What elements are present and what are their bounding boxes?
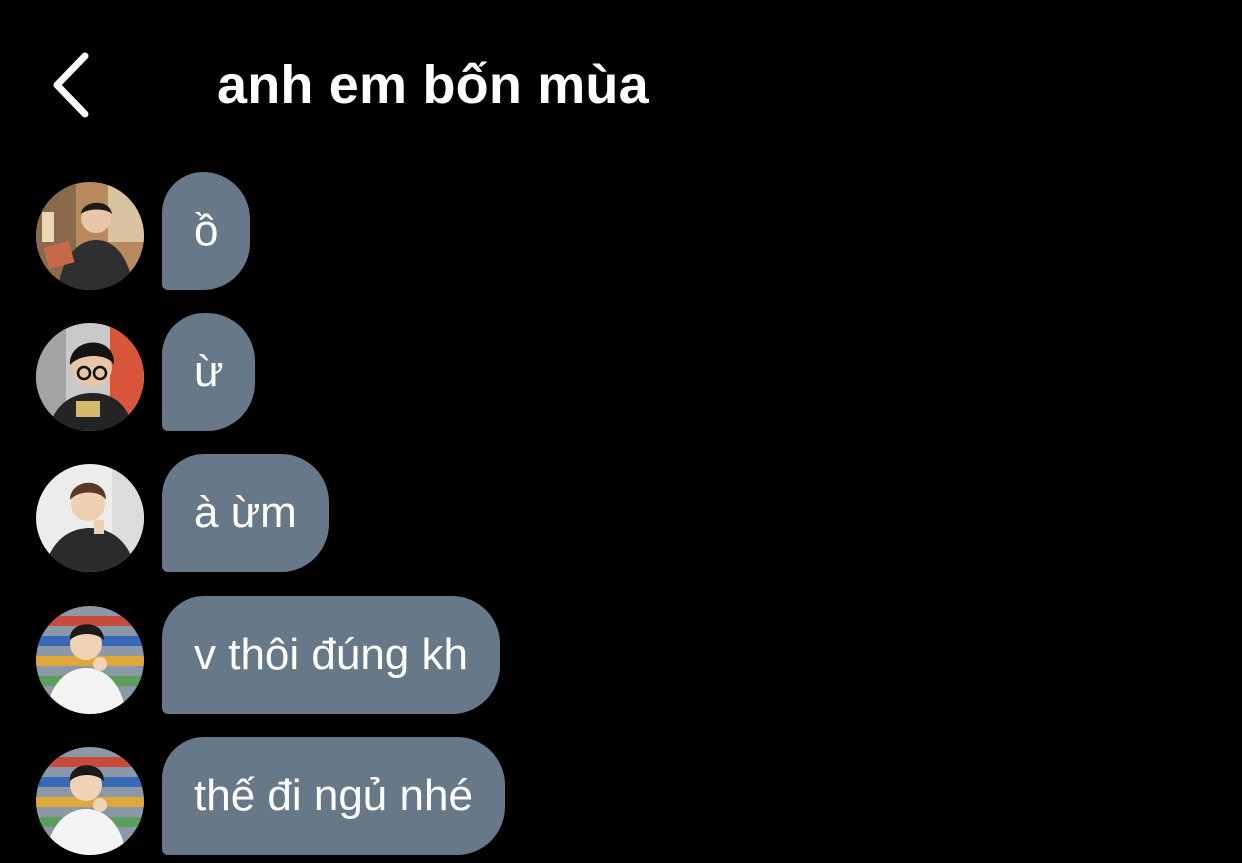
message-bubble[interactable]: thế đi ngủ nhé bbox=[162, 737, 505, 855]
chat-header: anh em bốn mùa bbox=[0, 0, 1242, 170]
back-button[interactable] bbox=[38, 48, 104, 122]
message-bubble[interactable]: v thôi đúng kh bbox=[162, 596, 500, 714]
sender-avatar[interactable] bbox=[36, 606, 144, 714]
sender-avatar[interactable] bbox=[36, 182, 144, 290]
message-bubble[interactable]: ừ bbox=[162, 313, 256, 431]
sender-avatar[interactable] bbox=[36, 747, 144, 855]
sender-avatar[interactable] bbox=[36, 323, 144, 431]
chat-title: anh em bốn mùa bbox=[217, 55, 649, 115]
message-bubble[interactable]: ồ bbox=[162, 172, 251, 290]
sender-avatar[interactable] bbox=[36, 464, 144, 572]
chevron-left-icon bbox=[49, 52, 93, 118]
message-bubble[interactable]: à ừm bbox=[162, 454, 329, 572]
